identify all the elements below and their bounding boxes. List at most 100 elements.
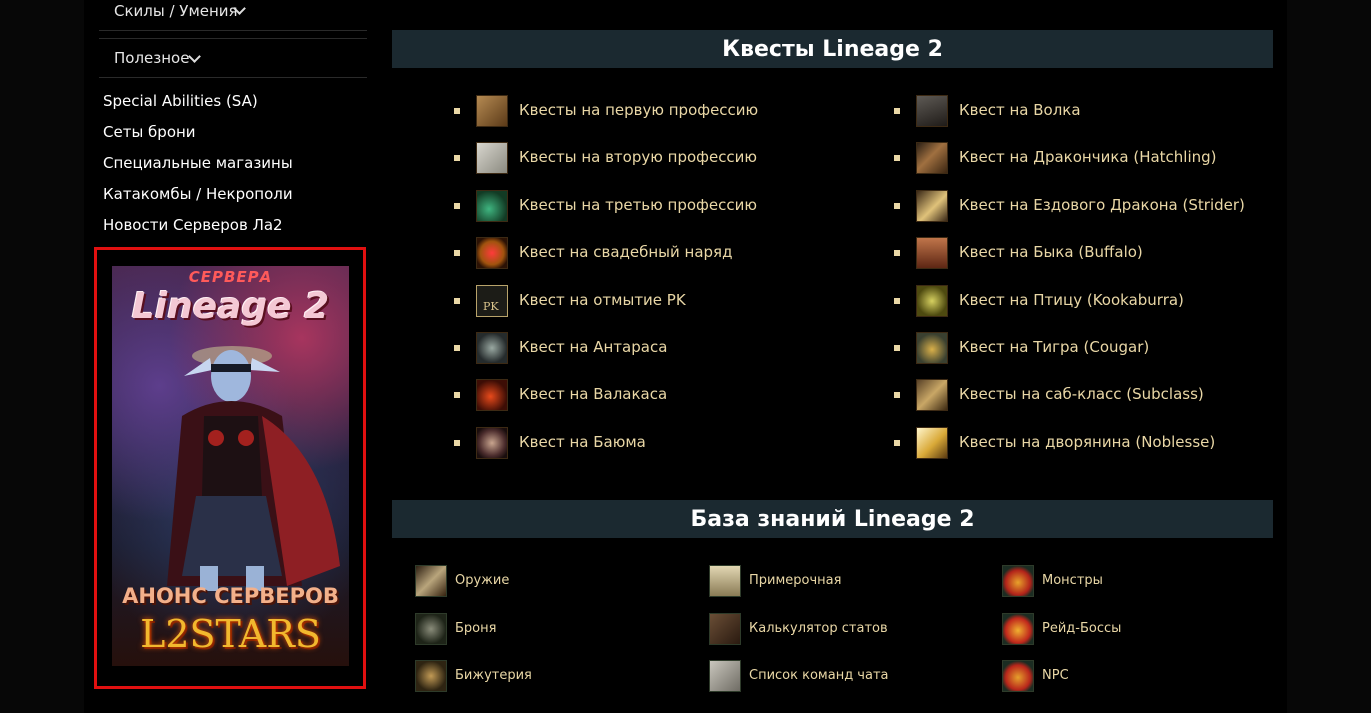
bullet-icon <box>454 392 460 399</box>
knowledge-link[interactable]: Калькулятор статов <box>749 621 888 636</box>
baium-icon <box>476 426 508 459</box>
quest-link[interactable]: Квест на Баюма <box>519 433 646 451</box>
quest-item[interactable]: Квест на Антараса <box>454 331 854 379</box>
abacus-icon <box>709 612 741 645</box>
knowledge-link[interactable]: Монстры <box>1042 573 1103 588</box>
flute-icon <box>916 142 948 175</box>
sidebar-link-special-shops[interactable]: Специальные магазины <box>103 153 293 184</box>
bullet-icon <box>454 344 460 351</box>
knowledge-link[interactable]: Список команд чата <box>749 668 889 683</box>
quest-item[interactable]: Квест на Дракончика (Hatchling) <box>894 142 1274 189</box>
quest-link[interactable]: Квест на Дракончика (Hatchling) <box>959 148 1217 166</box>
quest-link[interactable]: Квест на Валакаса <box>519 385 667 403</box>
quest-link[interactable]: Квест на свадебный наряд <box>519 243 732 261</box>
quests-header-title: Квесты Lineage 2 <box>722 37 943 62</box>
quest-item[interactable]: Квест на Ездового Дракона (Strider) <box>894 189 1274 237</box>
bullet-icon <box>894 439 900 446</box>
quest-link[interactable]: Квест на Тигра (Cougar) <box>959 338 1149 356</box>
knowledge-link[interactable]: Рейд-Боссы <box>1042 621 1121 636</box>
heart-icon <box>476 237 508 270</box>
npc-icon <box>1002 660 1034 692</box>
quest-item[interactable]: Квест на свадебный наряд <box>454 237 854 284</box>
skills-dropdown-label: Скилы / Умения <box>114 2 238 20</box>
quest-link[interactable]: Квест на Антараса <box>519 338 667 356</box>
quest-item[interactable]: Квесты на саб-класс (Subclass) <box>894 379 1274 426</box>
quest-item[interactable]: Квесты на первую профессию <box>454 95 854 142</box>
robe-icon <box>709 565 741 597</box>
quest-item[interactable]: Квест на Быка (Buffalo) <box>894 237 1274 284</box>
banner-brand: L2STARS <box>140 612 321 656</box>
quests-left-list: Квесты на первую профессию Квесты на вто… <box>454 95 854 474</box>
quest-item[interactable]: Квесты на дворянина (Noblesse) <box>894 426 1274 474</box>
quest-link[interactable]: Квест на Птицу (Kookaburra) <box>959 291 1184 309</box>
chat-list-icon <box>709 660 741 692</box>
valakas-icon <box>476 379 508 412</box>
quest-link[interactable]: Квесты на дворянина (Noblesse) <box>959 433 1215 451</box>
quest-item[interactable]: Квест на Валакаса <box>454 379 854 426</box>
quest-item[interactable]: Квесты на вторую профессию <box>454 142 854 189</box>
quest-item[interactable]: Квесты на третью профессию <box>454 189 854 237</box>
quest-item[interactable]: Квест на Птицу (Kookaburra) <box>894 284 1274 332</box>
pk-icon-text: PK <box>483 299 499 313</box>
bullet-icon <box>894 392 900 399</box>
skills-dropdown[interactable]: Скилы / Умения <box>99 0 367 31</box>
quests-header: Квесты Lineage 2 <box>392 30 1273 68</box>
chevron-down-icon <box>188 50 201 63</box>
banner-announce: АНОНС СЕРВЕРОВ <box>122 584 339 608</box>
quest-link[interactable]: Квесты на третью профессию <box>519 196 757 214</box>
necklace-icon <box>415 660 447 692</box>
knowledge-link[interactable]: Бижутерия <box>455 668 532 683</box>
green-amulet-icon <box>476 189 508 222</box>
bullet-icon <box>894 155 900 162</box>
quest-link[interactable]: Квесты на саб-класс (Subclass) <box>959 385 1204 403</box>
quest-link[interactable]: Квест на отмытие PK <box>519 291 686 309</box>
pk-icon: PK <box>476 284 508 317</box>
bullet-icon <box>894 202 900 209</box>
bell-icon <box>916 331 948 364</box>
bullet-icon <box>454 297 460 304</box>
sidebar-link-special-abilities[interactable]: Special Abilities (SA) <box>103 91 293 122</box>
knowledge-link[interactable]: Примерочная <box>749 573 841 588</box>
servers-banner-frame: СЕРВЕРА Lineage 2 АНОНС СЕРВЕРОВ L2STARS <box>94 247 366 689</box>
sword-icon <box>415 565 447 597</box>
bullet-icon <box>454 108 460 114</box>
knowledge-link[interactable]: Оружие <box>455 573 509 588</box>
quest-item[interactable]: Квест на Баюма <box>454 426 854 474</box>
quest-link[interactable]: Квест на Волка <box>959 101 1081 119</box>
quest-link[interactable]: Квесты на вторую профессию <box>519 148 757 166</box>
knowledge-link[interactable]: Броня <box>455 621 496 636</box>
horn-icon <box>916 189 948 222</box>
ocarina-icon <box>916 284 948 317</box>
raid-boss-icon <box>1002 612 1034 645</box>
quest-item[interactable]: Квест на Тигра (Cougar) <box>894 331 1274 379</box>
useful-dropdown[interactable]: Полезное <box>99 38 367 78</box>
useful-dropdown-label: Полезное <box>114 49 190 67</box>
bullet-icon <box>454 155 460 162</box>
scroll-icon <box>476 142 508 175</box>
bullet-icon <box>894 250 900 257</box>
servers-banner[interactable]: СЕРВЕРА Lineage 2 АНОНС СЕРВЕРОВ L2STARS <box>112 266 349 666</box>
knowledge-header: База знаний Lineage 2 <box>392 500 1273 538</box>
bullet-icon <box>894 108 900 114</box>
monster-icon <box>1002 565 1034 597</box>
sidebar-links: Special Abilities (SA) Сеты брони Специа… <box>103 91 293 246</box>
banner-title: Lineage 2 <box>131 286 330 327</box>
knowledge-link[interactable]: NPC <box>1042 668 1069 683</box>
bullet-icon <box>454 439 460 446</box>
quest-item[interactable]: PK Квест на отмытие PK <box>454 284 854 332</box>
collar-icon <box>916 95 948 127</box>
antharas-icon <box>476 331 508 364</box>
bullet-icon <box>454 202 460 209</box>
sidebar-link-armor-sets[interactable]: Сеты брони <box>103 122 293 153</box>
banner-top-text: СЕРВЕРА <box>188 268 273 286</box>
wing-icon <box>916 426 948 459</box>
quest-link[interactable]: Квесты на первую профессию <box>519 101 758 119</box>
quests-right-list: Квест на Волка Квест на Дракончика (Hatc… <box>894 95 1274 474</box>
quest-link[interactable]: Квест на Ездового Дракона (Strider) <box>959 196 1245 214</box>
bullet-icon <box>894 297 900 304</box>
quest-item[interactable]: Квест на Волка <box>894 95 1274 142</box>
quest-link[interactable]: Квест на Быка (Buffalo) <box>959 243 1143 261</box>
sidebar-link-catacombs[interactable]: Катакомбы / Некрополи <box>103 184 293 215</box>
envelope-icon <box>476 95 508 127</box>
sidebar-link-server-news[interactable]: Новости Серверов Ла2 <box>103 215 293 246</box>
